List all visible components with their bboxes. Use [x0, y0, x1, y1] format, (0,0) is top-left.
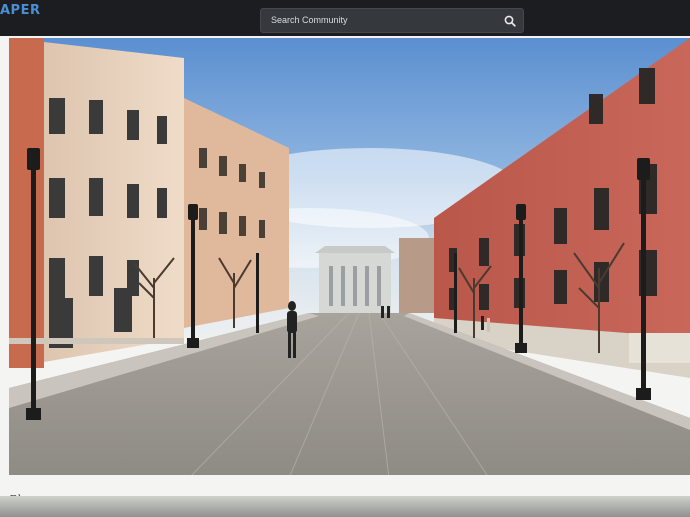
search-input[interactable]: Search Community [271, 15, 348, 25]
monitor-screen: APER Search Community [0, 0, 690, 517]
post-content-area: Blanco [0, 36, 690, 506]
monitor-bezel [0, 496, 690, 517]
site-logo[interactable]: APER [0, 3, 40, 18]
search-icon[interactable] [503, 14, 517, 28]
street-rendering-image[interactable] [9, 38, 690, 475]
street-scene-illustration [9, 38, 690, 475]
search-box[interactable]: Search Community [260, 8, 524, 33]
top-header-bar: APER Search Community [0, 0, 690, 36]
